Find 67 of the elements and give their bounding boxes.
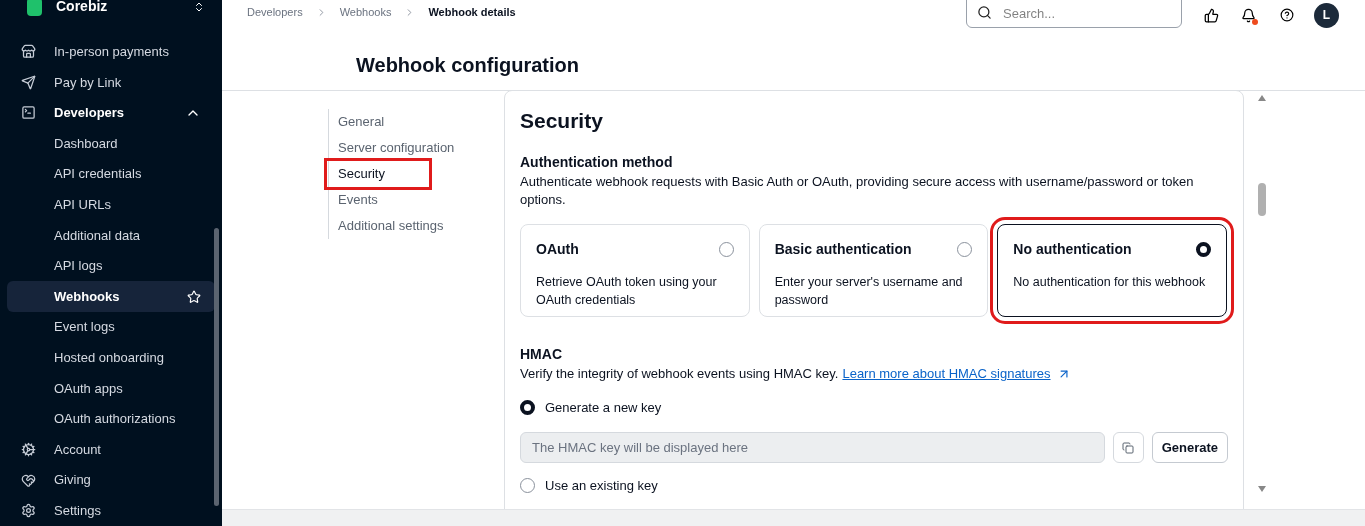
scroll-up-icon[interactable] <box>1258 95 1266 101</box>
page-title: Webhook configuration <box>356 53 579 78</box>
copy-icon <box>1122 441 1135 454</box>
sidebar-item[interactable]: Settings <box>7 495 215 526</box>
section-title: Security <box>520 108 604 134</box>
sidebar-item[interactable]: Giving <box>7 464 215 496</box>
help-icon[interactable] <box>1280 8 1294 22</box>
sidebar-item[interactable]: API logs <box>7 250 215 282</box>
subsection-title: HMAC <box>520 344 563 364</box>
paper-plane-icon <box>21 74 36 90</box>
sidebar-item[interactable]: Pay by Link <box>7 67 215 98</box>
sidebar-item[interactable]: Additional data <box>7 220 215 251</box>
switcher-icon[interactable] <box>193 0 205 13</box>
option-title: OAuth <box>536 239 579 259</box>
generate-button[interactable]: Generate <box>1151 432 1228 463</box>
option-description: Enter your server's username and password <box>774 273 964 309</box>
store-icon <box>21 44 36 60</box>
breadcrumb[interactable]: Webhooks <box>339 3 392 21</box>
auth-option-card[interactable]: Basic authentication Enter your server's username and password <box>758 223 989 317</box>
sidebar-item[interactable]: Webhooks <box>7 281 215 312</box>
option-title: Basic authentication <box>774 239 912 259</box>
thumbs-up-icon[interactable] <box>1204 7 1219 23</box>
sidebar-item[interactable]: Event logs <box>7 311 215 343</box>
copy-button[interactable] <box>1112 432 1144 463</box>
sidebar-item[interactable]: OAuth apps <box>7 373 215 404</box>
section-link[interactable]: Security <box>327 161 429 187</box>
description: Verify the integrity of webhook events using HMAC key. <box>520 364 839 383</box>
search-field[interactable]: Search... <box>966 0 1182 28</box>
option-title: No authentication <box>1013 239 1132 259</box>
option-description: No authentication for this webhook <box>1013 273 1207 291</box>
scroll-thumb[interactable] <box>1258 183 1266 216</box>
section-link[interactable]: Additional settings <box>327 213 488 239</box>
sidebar-item[interactable]: OAuth authorizations <box>7 403 215 435</box>
sidebar-item[interactable]: Hosted onboarding <box>7 342 215 374</box>
sidebar-item[interactable]: Account <box>7 434 215 465</box>
sidebar-item[interactable]: In-person payments <box>7 36 215 68</box>
avatar[interactable]: L <box>1314 2 1339 28</box>
radio-button[interactable] <box>1196 241 1211 257</box>
scrollbar[interactable] <box>214 228 219 506</box>
sidebar-item[interactable]: Dashboard <box>7 128 215 159</box>
sidebar-item[interactable]: API URLs <box>7 189 215 221</box>
sidebar-item[interactable]: API credentials <box>7 158 215 190</box>
radio-label[interactable]: Use an existing key <box>545 476 658 496</box>
option-description: Retrieve OAuth token using your OAuth credentials <box>536 273 718 309</box>
section-link[interactable]: Server configuration <box>327 135 499 161</box>
workspace-name[interactable]: Corebiz <box>56 0 193 18</box>
settings-icon <box>21 503 36 519</box>
description: Authenticate webhook requests with Basic Auth or OAuth, providing secure access with username/password or token options. <box>520 172 1195 209</box>
sidebar-item[interactable]: Developers <box>7 97 215 129</box>
radio-label[interactable]: Generate a new key <box>545 397 662 417</box>
star-icon[interactable] <box>187 289 201 304</box>
horizontal-scrollbar[interactable] <box>222 509 1365 526</box>
subsection-title: Authentication method <box>520 152 674 172</box>
logo-icon <box>27 0 42 16</box>
auth-option-card[interactable]: OAuth Retrieve OAuth token using your OAuth credentials <box>520 223 750 317</box>
breadcrumb[interactable]: Developers <box>247 3 303 21</box>
section-link[interactable]: Events <box>327 187 422 213</box>
scroll-down-icon[interactable] <box>1258 486 1266 492</box>
learn-more-link[interactable]: Learn more about HMAC signatures <box>842 364 1051 383</box>
search-icon <box>977 5 992 20</box>
notification-bell[interactable] <box>1241 7 1256 23</box>
breadcrumb: Webhook details <box>428 4 516 20</box>
section-link[interactable]: General <box>327 109 429 135</box>
gear-icon <box>21 442 36 457</box>
radio-button[interactable] <box>520 399 535 415</box>
bell-icon <box>1241 7 1256 23</box>
terminal-icon <box>21 105 36 121</box>
